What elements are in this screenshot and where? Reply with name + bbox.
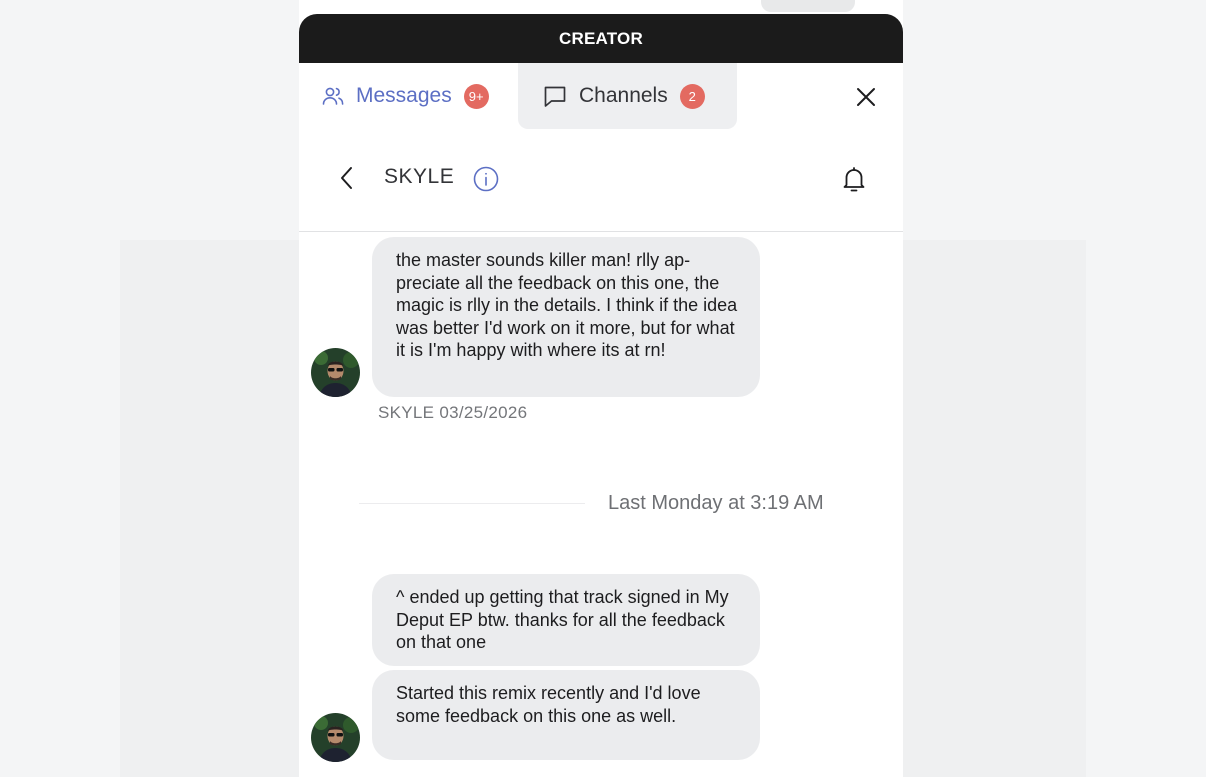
message-text: ^ ended up getting that track signed in … — [396, 587, 729, 653]
message-bubble: ^ ended up getting that track signed in … — [372, 574, 760, 666]
separator-line — [359, 503, 585, 504]
chat-widget: CREATOR Messages 9+ Channels 2 SKYLE the… — [299, 14, 903, 777]
messages-badge: 9+ — [463, 83, 489, 109]
background-window-edge — [299, 0, 903, 14]
chat-header: SKYLE — [299, 129, 903, 232]
tab-messages-label: Messages — [356, 84, 452, 107]
background-tab-ghost — [761, 0, 855, 12]
tab-bar: Messages 9+ Channels 2 — [299, 63, 903, 129]
chevron-left-icon — [341, 167, 352, 189]
message-bubble: Started this remix recently and I'd love… — [372, 670, 760, 760]
message-feed[interactable]: the master sounds killer man! rlly ap-pr… — [299, 232, 903, 777]
channels-badge: 2 — [679, 83, 705, 109]
message-bubble: the master sounds killer man! rlly ap-pr… — [372, 237, 760, 397]
notifications-button[interactable] — [841, 165, 867, 193]
tab-messages[interactable]: Messages 9+ — [321, 63, 489, 129]
message-text: the master sounds killer man! rlly ap-pr… — [396, 250, 738, 361]
avatar[interactable] — [311, 713, 360, 762]
channel-name: SKYLE — [384, 165, 455, 188]
bell-icon — [843, 167, 865, 192]
channel-info-button[interactable] — [473, 166, 499, 192]
date-separator: Last Monday at 3:19 AM — [608, 492, 824, 514]
close-icon — [857, 88, 875, 106]
chat-bubble-icon — [542, 83, 568, 109]
creator-banner: CREATOR — [299, 14, 903, 63]
message-text: Started this remix recently and I'd love… — [396, 683, 701, 726]
users-icon — [321, 84, 345, 108]
creator-banner-label: CREATOR — [559, 28, 643, 48]
tab-channels-label: Channels — [579, 84, 668, 107]
message-meta: SKYLE 03/25/2026 — [378, 403, 528, 422]
tab-channels[interactable]: Channels 2 — [518, 63, 737, 129]
avatar[interactable] — [311, 348, 360, 397]
close-button[interactable] — [853, 84, 879, 110]
info-icon — [473, 166, 499, 192]
back-button[interactable] — [335, 165, 359, 191]
